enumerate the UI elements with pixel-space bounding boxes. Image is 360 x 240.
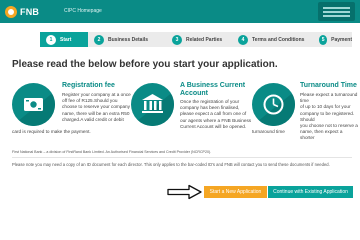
card-text-line: Current Account will be opened. bbox=[180, 123, 247, 129]
homepage-link[interactable]: CIPC Homepage bbox=[64, 8, 102, 14]
step-label: Start bbox=[60, 36, 72, 43]
card-text-line: Please expect a turnaround time bbox=[300, 92, 358, 104]
bank-building-icon bbox=[131, 83, 174, 126]
brand-name: FNB bbox=[20, 6, 40, 17]
step-label: Payment bbox=[331, 36, 352, 43]
step-payment[interactable]: 5 Payment bbox=[313, 32, 352, 47]
header-bar: FNB CIPC Homepage bbox=[0, 0, 360, 23]
progress-steps: 1 Start 2 Business Details 3 Related Par… bbox=[40, 32, 352, 47]
card-title: Registration fee bbox=[62, 82, 115, 89]
step-start[interactable]: 1 Start bbox=[40, 32, 88, 47]
step-label: Related Parties bbox=[186, 36, 223, 43]
step-number: 1 bbox=[46, 34, 56, 45]
continue-existing-application-button[interactable]: Continue with Existing Application bbox=[268, 186, 353, 198]
step-label: Terms and Conditions bbox=[252, 36, 305, 43]
fnb-logo[interactable]: FNB bbox=[5, 4, 39, 19]
step-label: Business Details bbox=[108, 36, 149, 43]
card-title-line: A Business Current bbox=[180, 82, 246, 89]
menu-button[interactable] bbox=[318, 2, 355, 21]
id-document-notice: Please note you may need a copy of an ID… bbox=[12, 162, 330, 167]
card-text-line: charged.A valid credit or debit bbox=[62, 116, 124, 122]
card-text-line: name, there will be an extra R50 bbox=[62, 110, 130, 116]
menu-line-icon bbox=[323, 15, 350, 17]
arrow-right-icon bbox=[167, 184, 202, 200]
step-terms-and-conditions[interactable]: 4 Terms and Conditions bbox=[232, 32, 313, 47]
card-text-line: of up to 10 days for your bbox=[300, 104, 351, 110]
card-text-line: turnaround time bbox=[252, 129, 285, 134]
card-title: A Business Current Account bbox=[180, 82, 245, 98]
card-text-line: card is required to make the payment. bbox=[12, 129, 91, 134]
clock-icon bbox=[252, 83, 295, 126]
start-new-application-button[interactable]: Start a New Application bbox=[204, 186, 267, 198]
card-text-line: company to be registered. Should bbox=[300, 110, 355, 122]
card-text: Once the registration of your company ha… bbox=[180, 99, 252, 130]
fnb-tree-icon bbox=[5, 5, 17, 18]
step-number: 3 bbox=[172, 34, 182, 45]
step-business-details[interactable]: 2 Business Details bbox=[88, 32, 166, 47]
page-title: Please read the below before you start y… bbox=[12, 59, 278, 70]
menu-line-icon bbox=[323, 11, 350, 13]
menu-line-icon bbox=[323, 7, 350, 9]
card-title: Turnaround Time bbox=[300, 82, 357, 89]
legal-footnote: First National Bank – a division of Firs… bbox=[12, 150, 212, 154]
step-related-parties[interactable]: 3 Related Parties bbox=[166, 32, 232, 47]
money-icon bbox=[12, 83, 55, 126]
card-text-line: our agents where a FNB Business bbox=[180, 117, 252, 123]
card-text: Register your company at a once off fee … bbox=[62, 92, 132, 123]
step-number: 2 bbox=[94, 34, 104, 45]
step-number: 5 bbox=[319, 34, 328, 45]
card-text-line: please expect a call from one of bbox=[180, 111, 247, 117]
card-title-line: Account bbox=[180, 90, 208, 97]
card-text-line: choose to reserve your company bbox=[62, 104, 131, 110]
divider bbox=[12, 157, 352, 158]
step-number: 4 bbox=[238, 34, 248, 45]
